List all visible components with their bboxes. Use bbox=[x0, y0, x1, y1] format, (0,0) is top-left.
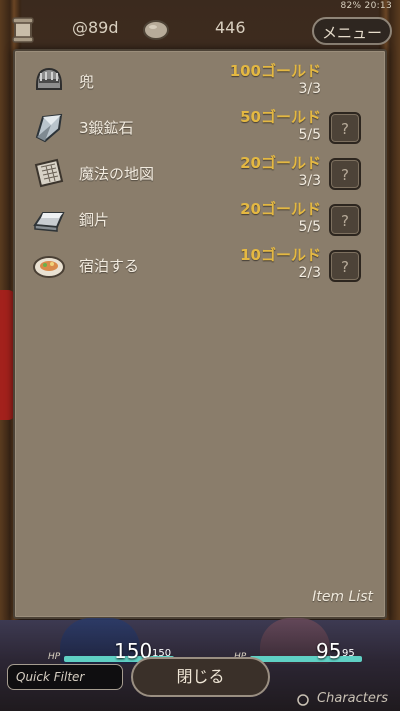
steel-ingot-icon bbox=[33, 212, 65, 232]
item-help-button[interactable]: ? bbox=[329, 158, 361, 190]
item-stock: 2/3 bbox=[298, 265, 321, 281]
item-stock: 3/3 bbox=[298, 173, 321, 189]
hp-value: 95 bbox=[316, 639, 342, 663]
day-counter: @89d bbox=[72, 18, 119, 37]
list-item[interactable]: 3鍛鉱石 50ゴールド 5/5 ? bbox=[15, 103, 385, 149]
hp-label: HP bbox=[48, 652, 61, 662]
item-list-panel: 兜 100ゴールド 3/3 3鍛鉱石 50ゴールド 5/5 ? 魔法の地図 20… bbox=[13, 49, 387, 619]
quick-filter-input[interactable]: Quick Filter bbox=[7, 664, 123, 690]
coin-pouch-icon bbox=[143, 20, 169, 40]
item-stock: 5/5 bbox=[298, 219, 321, 235]
item-name: 3鍛鉱石 bbox=[79, 119, 134, 137]
item-help-button[interactable]: ? bbox=[329, 250, 361, 282]
top-bar: @89d 446 メニュー bbox=[0, 6, 400, 46]
ore-icon bbox=[35, 113, 63, 143]
characters-tab[interactable]: Characters bbox=[317, 691, 388, 706]
list-item[interactable]: 鋼片 20ゴールド 5/5 ? bbox=[15, 195, 385, 241]
item-name: 兜 bbox=[79, 73, 95, 91]
item-stock: 3/3 bbox=[298, 81, 321, 97]
list-item[interactable]: 宿泊する 10ゴールド 2/3 ? bbox=[15, 241, 385, 287]
scroll-icon[interactable] bbox=[10, 16, 36, 44]
coin-count: 446 bbox=[215, 18, 246, 37]
item-stock: 5/5 bbox=[298, 127, 321, 143]
panel-footer-label: Item List bbox=[312, 589, 373, 605]
item-price: 20ゴールド bbox=[240, 200, 321, 218]
list-item[interactable]: 魔法の地図 20ゴールド 3/3 ? bbox=[15, 149, 385, 195]
hp-max: 95 bbox=[342, 648, 355, 659]
characters-icon bbox=[297, 694, 309, 706]
item-price: 20ゴールド bbox=[240, 154, 321, 172]
item-help-button[interactable]: ? bbox=[329, 112, 361, 144]
close-button[interactable]: 閉じる bbox=[131, 657, 270, 697]
item-help-button[interactable]: ? bbox=[329, 204, 361, 236]
list-item[interactable]: 兜 100ゴールド 3/3 bbox=[15, 57, 385, 103]
map-icon bbox=[34, 158, 64, 188]
item-name: 宿泊する bbox=[79, 257, 140, 275]
item-price: 10ゴールド bbox=[240, 246, 321, 264]
item-name: 魔法の地図 bbox=[79, 165, 155, 183]
item-price: 50ゴールド bbox=[240, 108, 321, 126]
menu-button[interactable]: メニュー bbox=[312, 17, 392, 45]
item-price: 100ゴールド bbox=[229, 62, 321, 80]
meal-plate-icon bbox=[33, 256, 65, 278]
helmet-icon bbox=[36, 67, 62, 90]
item-name: 鋼片 bbox=[79, 211, 110, 229]
